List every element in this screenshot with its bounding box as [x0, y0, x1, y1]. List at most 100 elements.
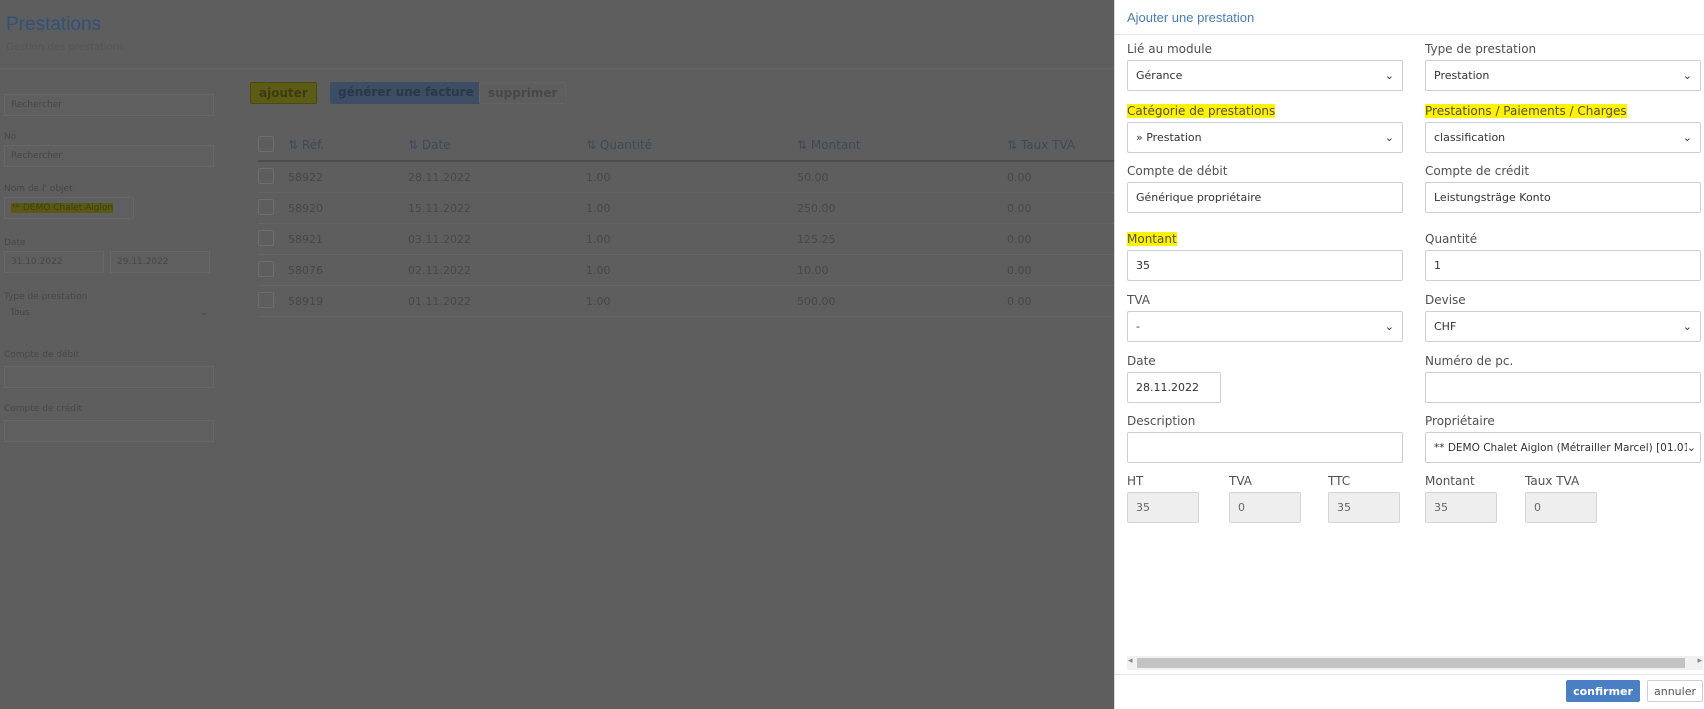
classification-label-text: Prestations / Paiements / Charges: [1425, 104, 1627, 118]
chevron-down-icon: ⌄: [1384, 320, 1394, 333]
chevron-down-icon: ⌄: [1682, 69, 1692, 82]
header-date[interactable]: ⇅ Date: [408, 138, 586, 152]
debit-input[interactable]: [4, 366, 214, 388]
row-checkbox[interactable]: [258, 260, 274, 277]
sort-icon: ⇅: [797, 138, 808, 152]
credit-input[interactable]: [4, 420, 214, 442]
filter-type: Type de prestation Tous ⌄: [4, 292, 214, 324]
cell-ref: 58922: [288, 170, 323, 184]
module-select[interactable]: Gérance ⌄: [1127, 60, 1403, 91]
cell-date: 01.11.2022: [408, 294, 471, 308]
chevron-down-icon: ⌄: [1682, 131, 1692, 144]
filter-credit: Compte de crédit: [4, 404, 214, 442]
header-taux-tva[interactable]: ⇅ Taux TVA: [1007, 138, 1114, 152]
scroll-right-icon[interactable]: ▸: [1697, 656, 1702, 666]
scroll-left-icon[interactable]: ◂: [1128, 656, 1133, 666]
filter-debit: Compte de débit: [4, 350, 214, 388]
divider: [0, 68, 1114, 69]
add-prestation-dialog: Ajouter une prestation Lié au module Gér…: [1114, 0, 1704, 709]
field-tva-total: TVA 0: [1229, 472, 1301, 523]
cell-ref: 58919: [288, 294, 323, 308]
proprietaire-select[interactable]: ** DEMO Chalet Aiglon (Métrailler Marcel…: [1425, 432, 1701, 463]
header-montant[interactable]: ⇅ Montant: [797, 138, 1007, 152]
table-row[interactable]: 58920 15.11.2022 1.00 250.00 0.00: [258, 193, 1114, 224]
no-input[interactable]: Rechercher: [4, 145, 214, 167]
add-button[interactable]: ajouter: [250, 82, 317, 104]
prestations-table: ⇅ Réf. ⇅ Date ⇅ Quantité ⇅ Montant ⇅ Tau…: [258, 130, 1114, 317]
field-classification: Prestations / Paiements / Charges classi…: [1425, 102, 1701, 153]
table-row[interactable]: 58922 28.11.2022 1.00 50.00 0.00: [258, 162, 1114, 193]
classification-label: Prestations / Paiements / Charges: [1425, 102, 1701, 122]
row-checkbox[interactable]: [258, 291, 274, 308]
filter-debit-label: Compte de débit: [4, 350, 80, 360]
classification-select[interactable]: classification ⌄: [1425, 122, 1701, 153]
montant-input[interactable]: 35: [1127, 250, 1403, 281]
debit-input[interactable]: Générique propriétaire: [1127, 182, 1403, 213]
field-devise: Devise CHF ⌄: [1425, 291, 1701, 342]
horizontal-scrollbar[interactable]: ◂ ▸: [1127, 656, 1703, 670]
field-numero: Numéro de pc.: [1425, 352, 1701, 403]
cell-date: 28.11.2022: [408, 170, 471, 184]
filter-objet: Nom de l' objet ** DEMO Chalet Aiglon: [4, 184, 214, 219]
cell-quantite: 1.00: [586, 294, 611, 308]
field-debit: Compte de débit Générique propriétaire: [1127, 162, 1403, 213]
quantite-label: Quantité: [1425, 232, 1478, 246]
filter-no-label: No: [4, 132, 17, 142]
table-row[interactable]: 58919 01.11.2022 1.00 500.00 0.00: [258, 286, 1114, 317]
date-to-input[interactable]: 29.11.2022: [110, 251, 210, 273]
sort-icon: ⇅: [586, 138, 597, 152]
quantite-input[interactable]: 1: [1425, 250, 1701, 281]
type-select[interactable]: Tous ⌄: [4, 302, 214, 324]
tva-select[interactable]: - ⌄: [1127, 311, 1403, 342]
delete-button[interactable]: supprimer: [479, 82, 567, 104]
tva-select-value: -: [1136, 320, 1140, 333]
cell-montant: 50.00: [797, 170, 829, 184]
table-row[interactable]: 58076 02.11.2022 1.00 10.00 0.00: [258, 255, 1114, 286]
proprietaire-select-value: ** DEMO Chalet Aiglon (Métrailler Marcel…: [1434, 441, 1687, 454]
scrollbar-thumb[interactable]: [1137, 658, 1685, 668]
field-description: Description: [1127, 412, 1403, 463]
objet-input[interactable]: ** DEMO Chalet Aiglon: [4, 197, 134, 219]
objet-value: ** DEMO Chalet Aiglon: [11, 203, 114, 213]
filter-date-label: Date: [4, 238, 26, 248]
date-input[interactable]: 28.11.2022: [1127, 372, 1221, 403]
type-select-value: Prestation: [1434, 69, 1490, 82]
row-checkbox[interactable]: [258, 229, 274, 246]
select-all-checkbox[interactable]: [258, 135, 274, 152]
type-label: Type de prestation: [1425, 42, 1537, 56]
confirm-button[interactable]: confirmer: [1566, 680, 1640, 702]
numero-input[interactable]: [1425, 372, 1701, 403]
search-input[interactable]: Rechercher: [4, 94, 214, 116]
field-quantite: Quantité 1: [1425, 230, 1701, 281]
filter-type-label: Type de prestation: [4, 292, 88, 302]
field-ht: HT 35: [1127, 472, 1199, 523]
debit-label: Compte de débit: [1127, 164, 1228, 178]
proprietaire-label: Propriétaire: [1425, 414, 1495, 428]
sort-icon: ⇅: [288, 138, 299, 152]
field-tva: TVA - ⌄: [1127, 291, 1403, 342]
chevron-down-icon: ⌄: [1384, 69, 1394, 82]
header-quantite[interactable]: ⇅ Quantité: [586, 138, 797, 152]
module-label: Lié au module: [1127, 42, 1212, 56]
date-from-input[interactable]: 31.10.2022: [4, 251, 104, 273]
row-checkbox[interactable]: [258, 167, 274, 184]
description-input[interactable]: [1127, 432, 1403, 463]
header-ref[interactable]: ⇅ Réf.: [288, 138, 408, 152]
field-module: Lié au module Gérance ⌄: [1127, 40, 1403, 91]
credit-input[interactable]: Leistungsträge Konto: [1425, 182, 1701, 213]
table-header: ⇅ Réf. ⇅ Date ⇅ Quantité ⇅ Montant ⇅ Tau…: [258, 130, 1114, 162]
categorie-select[interactable]: » Prestation ⌄: [1127, 122, 1403, 153]
filter-search: Rechercher: [4, 94, 214, 116]
devise-select[interactable]: CHF ⌄: [1425, 311, 1701, 342]
table-row[interactable]: 58921 03.11.2022 1.00 125.25 0.00: [258, 224, 1114, 255]
chevron-down-icon: ⌄: [1682, 320, 1692, 333]
generate-invoice-button[interactable]: générer une facture: [330, 82, 482, 104]
type-select[interactable]: Prestation ⌄: [1425, 60, 1701, 91]
divider: [1115, 34, 1704, 35]
cancel-button[interactable]: annuler: [1647, 680, 1703, 702]
row-checkbox[interactable]: [258, 198, 274, 215]
cell-quantite: 1.00: [586, 201, 611, 215]
cell-ref: 58921: [288, 232, 323, 246]
divider: [1115, 674, 1704, 675]
cell-taux-tva: 0.00: [1007, 170, 1032, 184]
